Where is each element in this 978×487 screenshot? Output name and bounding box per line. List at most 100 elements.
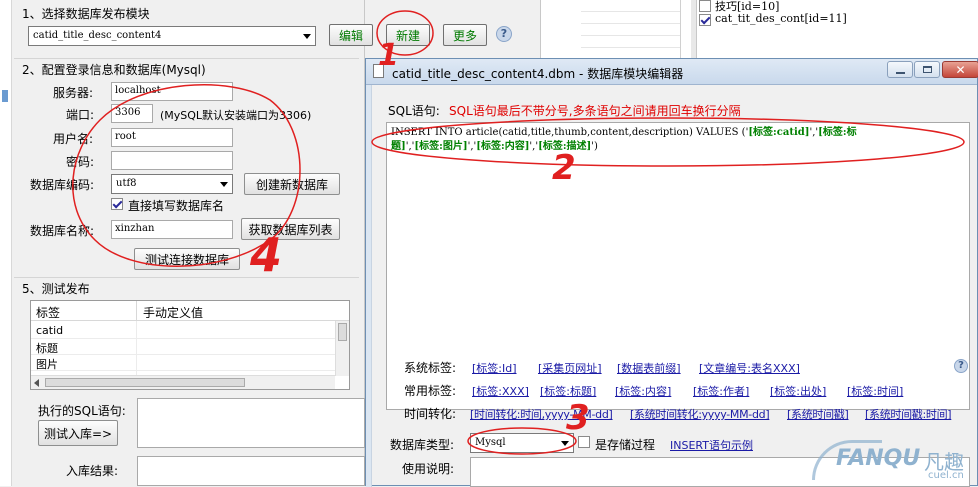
row-tag: 标题	[36, 342, 58, 355]
common-tag-link[interactable]: [标签:时间]	[847, 383, 903, 399]
common-tag-link[interactable]: [标签:作者]	[693, 383, 749, 399]
common-tag-link[interactable]: [标签:XXX]	[472, 383, 529, 399]
module-select-value: catid_title_desc_content4	[33, 30, 162, 41]
chevron-down-icon	[220, 182, 228, 187]
time-tag-link[interactable]: [时间转化:时间,yyyy-MM-dd]	[470, 406, 613, 422]
left-edge-strip	[0, 0, 12, 486]
minimize-button[interactable]	[887, 61, 913, 78]
dbname-input[interactable]: xinzhan	[111, 220, 233, 239]
grid-col-line	[136, 321, 137, 376]
sys-tag-link[interactable]: [文章编号:表名XXX]	[699, 360, 800, 376]
tree-item-1-checkbox[interactable]	[699, 14, 711, 26]
left-edge-marker	[2, 90, 8, 102]
port-label: 端口:	[66, 108, 95, 122]
create-database-button[interactable]: 创建新数据库	[244, 173, 340, 195]
test-insert-button[interactable]: 测试入库=>	[38, 420, 118, 446]
port-note: (MySQL默认安装端口为3306)	[160, 109, 312, 122]
table-row[interactable]: 标题	[31, 339, 349, 355]
time-convert-label: 时间转化:	[404, 407, 457, 421]
tree-item-0-checkbox[interactable]	[699, 0, 711, 12]
user-label: 用户名:	[53, 132, 94, 146]
test-connection-button[interactable]: 测试连接数据库	[134, 248, 240, 270]
module-select[interactable]: catid_title_desc_content4	[28, 26, 316, 46]
background-divider	[691, 0, 697, 60]
row-tag: catid	[36, 324, 64, 337]
chevron-down-icon	[303, 34, 311, 39]
table-row[interactable]: catid	[31, 323, 349, 339]
horizontal-scroll-thumb[interactable]	[45, 378, 245, 387]
common-tags-label: 常用标签:	[404, 384, 457, 398]
server-label: 服务器:	[53, 86, 94, 100]
usage-label: 使用说明:	[402, 462, 455, 476]
common-tag-link[interactable]: [标签:出处]	[770, 383, 826, 399]
maximize-button[interactable]	[914, 61, 940, 78]
direct-dbname-checkbox[interactable]	[111, 198, 123, 210]
db-type-select-value: Mysql	[475, 437, 506, 448]
help-icon[interactable]: ?	[496, 26, 512, 42]
col-value-header: 手动定义值	[143, 306, 204, 320]
vertical-scroll-thumb[interactable]	[338, 323, 347, 341]
scroll-left-icon[interactable]	[34, 379, 39, 387]
time-tag-link[interactable]: [系统时间戳:时间]	[865, 406, 952, 422]
dialog-titlebar[interactable]: catid_title_desc_content4.dbm - 数据库模块编辑器…	[366, 59, 978, 85]
annotation-number-3: 3	[566, 398, 590, 438]
maximize-icon	[923, 66, 932, 73]
sql-tag: [标签:图片]	[414, 141, 468, 152]
row-tag: 图片	[36, 358, 58, 371]
sql-label: SQL语句:	[388, 104, 440, 118]
sql-exec-output[interactable]	[137, 398, 365, 448]
password-input[interactable]	[111, 151, 233, 170]
db-type-select[interactable]: Mysql	[470, 433, 574, 453]
edit-button[interactable]: 编辑	[329, 24, 373, 46]
watermark-site: cuel.cn	[928, 470, 964, 481]
user-input[interactable]: root	[111, 128, 233, 147]
sql-exec-label: 执行的SQL语句:	[38, 404, 126, 418]
sql-text: ','	[809, 127, 819, 138]
sys-tag-link[interactable]: [采集页网址]	[538, 360, 602, 376]
time-tag-link[interactable]: [系统时间戳]	[787, 406, 849, 422]
section5-divider	[14, 277, 359, 278]
chevron-down-icon	[561, 441, 569, 446]
annotation-number-4: 4	[250, 228, 283, 282]
tags-help-icon[interactable]: ?	[954, 359, 968, 373]
common-tag-link[interactable]: [标签:内容]	[615, 383, 671, 399]
more-button[interactable]: 更多	[443, 24, 487, 46]
insert-result-output[interactable]	[137, 456, 365, 486]
horizontal-scrollbar[interactable]	[31, 375, 335, 389]
annotation-number-2: 2	[552, 148, 576, 188]
time-tag-link[interactable]: [系统时间转化:yyyy-MM-dd]	[630, 406, 770, 422]
section5-title: 5、测试发布	[22, 282, 90, 296]
sql-text: ','	[467, 141, 477, 152]
watermark-brand: FANQU	[836, 446, 921, 471]
vertical-scrollbar[interactable]	[335, 321, 349, 376]
stored-procedure-label: 是存储过程	[595, 438, 656, 452]
sys-tag-link[interactable]: [标签:Id]	[472, 360, 517, 376]
section2-divider	[14, 58, 359, 59]
sys-tag-link[interactable]: [数据表前缀]	[617, 360, 681, 376]
watermark: FANQU 凡趣 cuel.cn	[812, 438, 978, 486]
encoding-select-value: utf8	[116, 178, 137, 189]
encoding-select[interactable]: utf8	[111, 174, 233, 194]
sql-tag: 题]	[391, 141, 406, 152]
sql-tag: [标签:标	[818, 127, 857, 138]
sql-line-2: 题]','[标签:图片]','[标签:内容]','[标签:描述]')	[391, 140, 965, 154]
sql-text: ','	[529, 141, 539, 152]
close-icon: ✕	[955, 63, 966, 77]
dialog-inner-strip	[366, 85, 372, 487]
annotation-number-1: 1	[378, 38, 399, 73]
dialog-title: catid_title_desc_content4.dbm - 数据库模块编辑器	[392, 67, 684, 81]
background-grid	[581, 0, 681, 60]
close-button[interactable]: ✕	[942, 61, 978, 78]
db-type-label: 数据库类型:	[390, 438, 455, 452]
server-input[interactable]: localhost	[111, 82, 233, 101]
direct-dbname-label: 直接填写数据库名	[128, 199, 225, 213]
insert-example-link[interactable]: INSERT语句示例	[670, 437, 753, 453]
sql-text: ')	[591, 141, 598, 152]
dbname-label: 数据库名称:	[30, 224, 95, 238]
sql-line-1: INSERT INTO article(catid,title,thumb,co…	[391, 126, 965, 140]
grid-header: 标签 手动定义值	[31, 301, 349, 321]
port-input[interactable]: 3306	[111, 104, 153, 123]
tag-value-grid: 标签 手动定义值 catid 标题 图片	[30, 300, 350, 390]
common-tag-link[interactable]: [标签:标题]	[540, 383, 596, 399]
table-row[interactable]: 图片	[31, 355, 349, 371]
